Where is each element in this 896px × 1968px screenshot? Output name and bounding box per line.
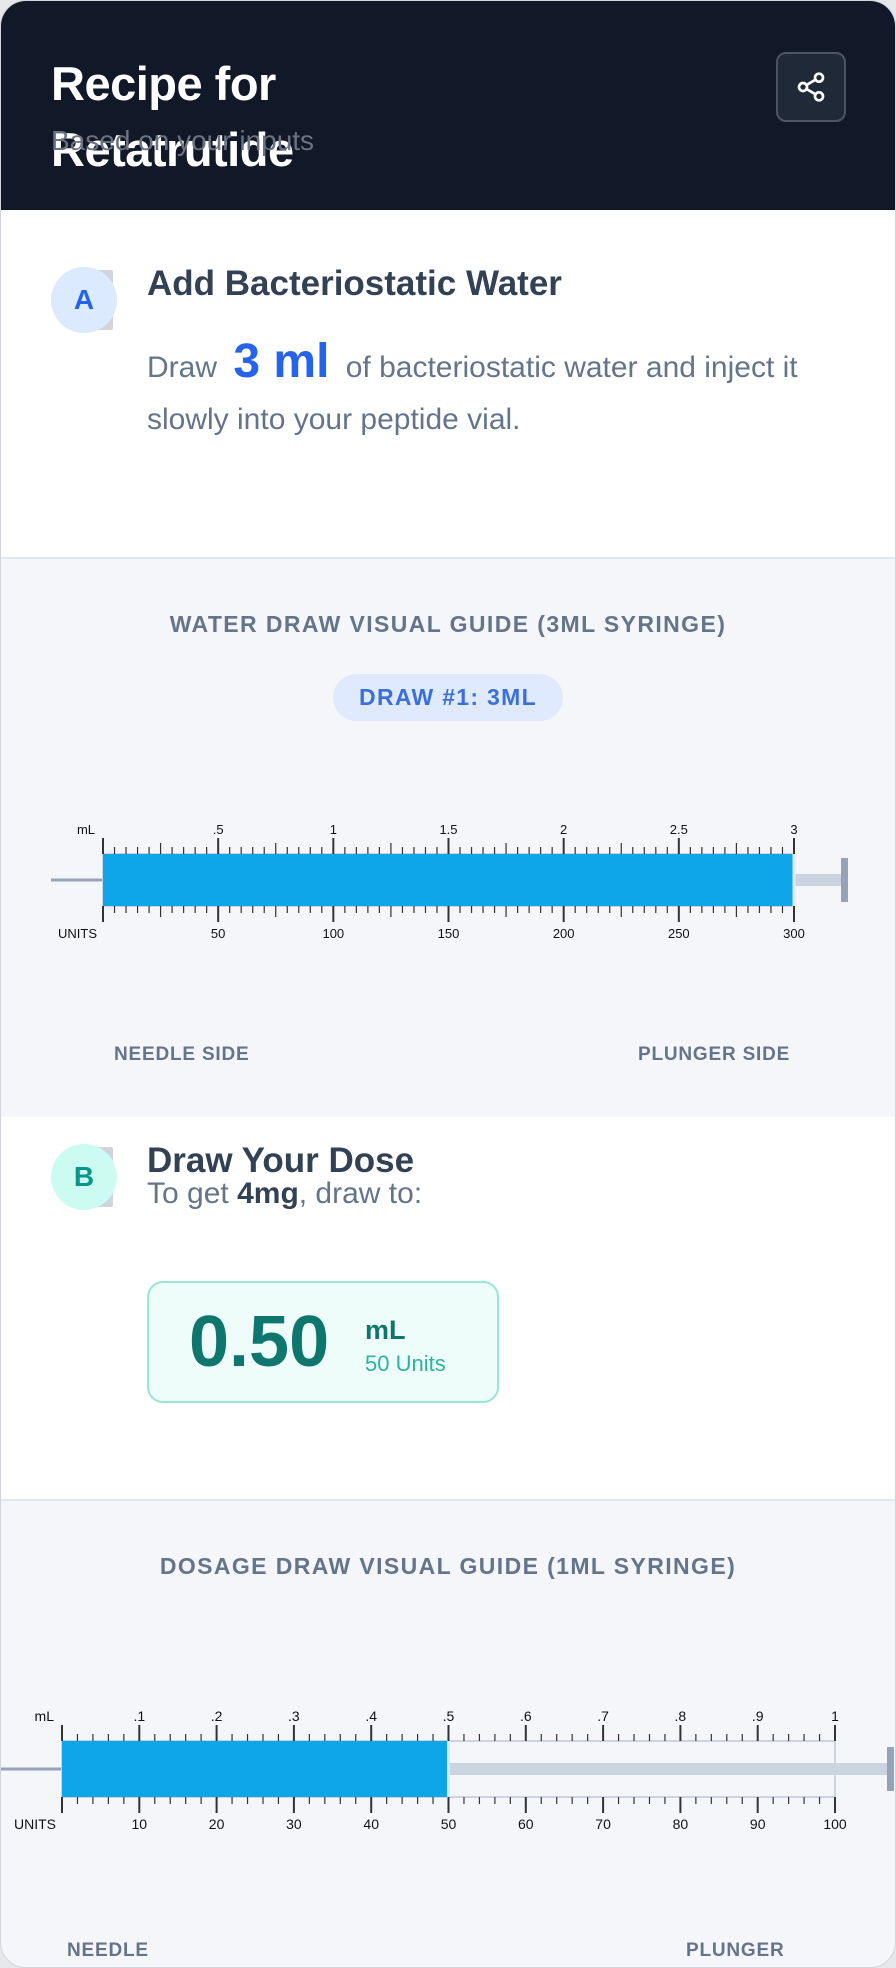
units-axis-label: UNITS xyxy=(58,926,97,941)
ml-tick-label: .4 xyxy=(365,1708,377,1724)
recipe-header: Recipe for Retatrutide Based on your inp… xyxy=(1,1,895,210)
dosage-needle-label: NEEDLE xyxy=(67,1940,149,1961)
dosage-syringe: mL UNITS .1 .2 .3 .4 .5 .6 .7 .8 .9 1 10 20 30 40 50 60 70… xyxy=(1,1708,894,1831)
recipe-subtitle: Based on your inputs xyxy=(51,125,315,156)
water-amount: 3 ml xyxy=(233,335,330,388)
ml-tick-label: .5 xyxy=(213,822,224,837)
step-b-title: Draw Your Dose xyxy=(147,1141,415,1180)
ml-axis-label: mL xyxy=(35,1708,55,1724)
liquid-fill xyxy=(103,854,794,906)
unit-tick-label: 80 xyxy=(673,1816,689,1831)
ml-tick-label: 2 xyxy=(560,822,567,837)
recipe-card: Recipe for Retatrutide Based on your inp… xyxy=(0,0,896,1968)
unit-tick-label: 50 xyxy=(211,926,225,941)
plunger-thumb xyxy=(887,1747,894,1791)
dose-result-box: 0.50 mL 50 Units xyxy=(147,1281,499,1403)
unit-tick-label: 100 xyxy=(322,926,344,941)
dose-units: 50 Units xyxy=(365,1351,446,1376)
unit-tick-label: 30 xyxy=(286,1816,302,1831)
plunger-thumb xyxy=(841,858,848,902)
share-icon xyxy=(797,72,825,102)
ml-axis-label: mL xyxy=(77,822,95,837)
ml-tick-label: .8 xyxy=(675,1708,687,1724)
ml-tick-label: 1.5 xyxy=(439,822,457,837)
step-a-section: A Add Bacteriostatic Water Draw 3 ml of … xyxy=(1,210,895,559)
dosage-guide-title: DOSAGE DRAW VISUAL GUIDE (1ML SYRINGE) xyxy=(159,1553,737,1579)
ml-tick-label: 2.5 xyxy=(670,822,688,837)
plunger-rod xyxy=(448,1763,887,1775)
unit-tick-label: 200 xyxy=(553,926,575,941)
unit-tick-label: 50 xyxy=(441,1816,457,1831)
ml-tick-label: .7 xyxy=(597,1708,609,1724)
step-a-text-before: Draw xyxy=(147,351,218,384)
unit-tick-label: 250 xyxy=(668,926,690,941)
step-b-letter: B xyxy=(51,1144,117,1210)
unit-tick-label: 70 xyxy=(595,1816,611,1831)
dose-unit: mL xyxy=(365,1315,406,1345)
water-guide-title: WATER DRAW VISUAL GUIDE (3ML SYRINGE) xyxy=(169,611,727,637)
dose-value: 0.50 xyxy=(189,1302,330,1382)
unit-tick-label: 10 xyxy=(132,1816,148,1831)
unit-tick-label: 60 xyxy=(518,1816,534,1831)
needle-side-label: NEEDLE SIDE xyxy=(114,1044,250,1065)
plunger-side-label: PLUNGER SIDE xyxy=(638,1044,791,1065)
step-a-title: Add Bacteriostatic Water xyxy=(147,264,562,303)
ml-tick-label: .9 xyxy=(752,1708,764,1724)
unit-tick-label: 150 xyxy=(438,926,460,941)
recipe-title: Recipe for Retatrutide xyxy=(51,57,294,176)
dose-instruction: To get 4mg, draw to: xyxy=(147,1177,422,1211)
dose-text-after: , draw to: xyxy=(298,1177,423,1210)
dose-text-before: To get xyxy=(147,1177,229,1210)
ml-tick-label: .2 xyxy=(211,1708,223,1724)
plunger-rod xyxy=(794,874,841,886)
unit-tick-label: 300 xyxy=(783,926,805,941)
dose-amount: 4mg xyxy=(237,1177,299,1210)
ml-tick-label: 1 xyxy=(330,822,337,837)
ml-tick-label: .3 xyxy=(288,1708,300,1724)
water-syringe: mL UNITS .5 1 1.5 2 2.5 3 50 100 150 200 250 300 xyxy=(51,822,848,941)
share-button[interactable] xyxy=(776,52,846,122)
step-a-letter: A xyxy=(51,267,117,333)
dosage-plunger-label: PLUNGER xyxy=(686,1940,785,1961)
unit-tick-label: 40 xyxy=(363,1816,379,1831)
ml-tick-label: .5 xyxy=(443,1708,455,1724)
ml-tick-label: 3 xyxy=(790,822,797,837)
units-axis-label: UNITS xyxy=(14,1816,56,1831)
ml-tick-label: 1 xyxy=(831,1708,839,1724)
ml-tick-label: .1 xyxy=(133,1708,145,1724)
unit-tick-label: 100 xyxy=(823,1816,847,1831)
ml-tick-label: .6 xyxy=(520,1708,532,1724)
step-a-badge: A xyxy=(51,267,117,333)
unit-tick-label: 20 xyxy=(209,1816,225,1831)
step-b-badge-wrap: B xyxy=(51,1144,117,1210)
step-a-instruction: Draw 3 ml of bacteriostatic water and in… xyxy=(147,336,867,446)
draw-pill: DRAW #1: 3ML xyxy=(333,674,563,721)
unit-tick-label: 90 xyxy=(750,1816,766,1831)
liquid-fill xyxy=(62,1741,449,1797)
